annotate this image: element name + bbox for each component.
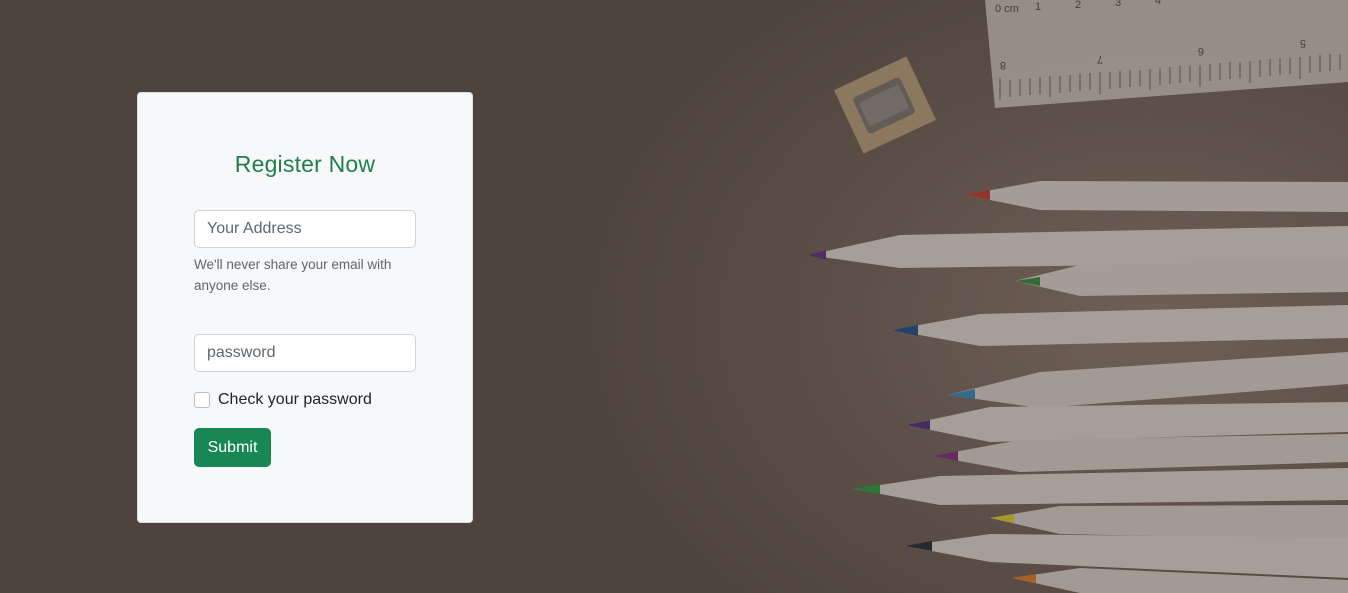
page-title: Register Now [234,151,376,177]
register-card: Register Now We'll never share your emai… [137,92,473,523]
submit-button[interactable]: Submit [194,428,271,467]
password-field[interactable] [194,334,416,372]
email-field[interactable] [194,210,416,248]
email-help-text: We'll never share your email with anyone… [194,257,392,293]
check-password-label[interactable]: Check your password [218,391,372,409]
check-password-row: Check your password [194,391,372,409]
check-password-checkbox[interactable] [194,392,210,408]
